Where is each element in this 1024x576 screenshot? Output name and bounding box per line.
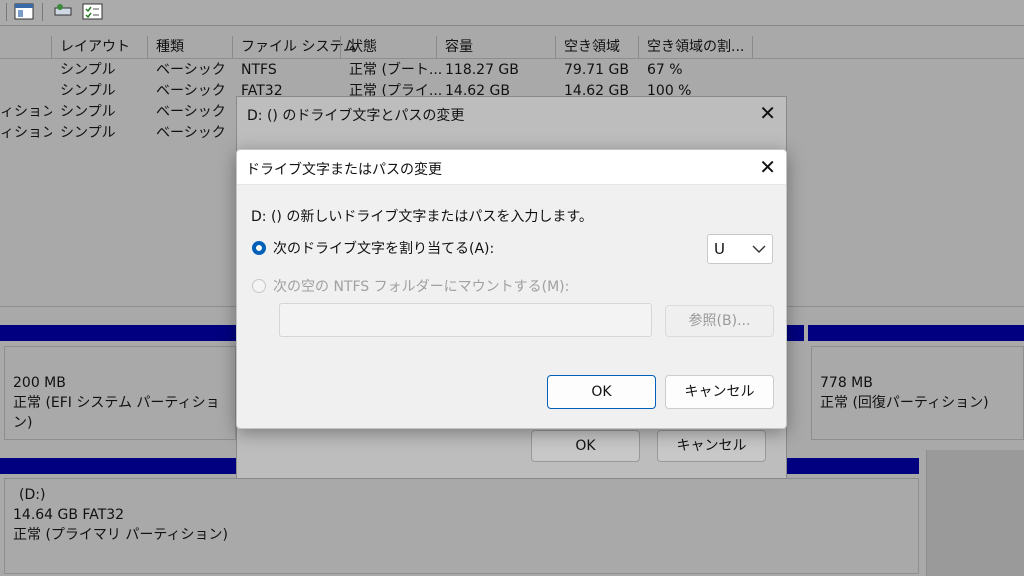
column-divider[interactable] <box>752 36 753 58</box>
checklist-icon[interactable] <box>82 3 104 21</box>
cell-filesystem: NTFS <box>241 62 277 78</box>
close-icon[interactable]: ✕ <box>759 155 776 179</box>
partition-header-bar <box>808 325 1024 341</box>
column-header-status[interactable]: 状態 <box>341 36 436 58</box>
folder-path-input[interactable] <box>279 303 652 337</box>
cell-layout: シンプル <box>60 125 116 141</box>
dialog-title: ドライブ文字またはパスの変更 <box>246 162 442 178</box>
browse-button[interactable]: 参照(B)... <box>665 305 774 337</box>
cell-status: 正常 (ブート... <box>349 62 443 78</box>
partition-efi[interactable]: 200 MB 正常 (EFI システム パーティション) <box>4 346 236 440</box>
cell-free-space: 79.71 GB <box>564 62 629 78</box>
partition-recovery[interactable]: 778 MB 正常 (回復パーティション) <box>811 346 1024 440</box>
cancel-button[interactable]: キャンセル <box>657 430 766 462</box>
partition-status: 正常 (プライマリ パーティション) <box>13 527 228 543</box>
volume-list-header: レイアウト 種類 ファイル システム 状態 容量 空き領域 空き領域の割... <box>0 36 1024 59</box>
toolbar-separator <box>42 3 43 21</box>
drive-letter-value: U <box>714 240 725 258</box>
drive-letter-select[interactable]: U <box>707 234 773 264</box>
cancel-button[interactable]: キャンセル <box>665 375 774 409</box>
disk-properties-icon[interactable] <box>52 3 74 21</box>
ok-button[interactable]: OK <box>531 430 640 462</box>
cell-type: ベーシック <box>156 104 226 120</box>
cell-type: ベーシック <box>156 62 226 78</box>
toolbar-separator <box>6 3 7 21</box>
column-header-free-percent[interactable]: 空き領域の割... <box>639 36 752 58</box>
dialog-title: D: () のドライブ文字とパスの変更 <box>247 108 465 124</box>
mount-folder-label[interactable]: 次の空の NTFS フォルダーにマウントする(M): <box>273 276 569 296</box>
close-icon[interactable]: ✕ <box>759 101 776 125</box>
assign-letter-radio[interactable] <box>252 241 266 255</box>
cell-free-percent: 67 % <box>647 62 683 78</box>
assign-letter-label[interactable]: 次のドライブ文字を割り当てる(A): <box>273 238 494 258</box>
cell-layout: シンプル <box>60 83 116 99</box>
cell-volume <box>0 60 50 81</box>
column-header-free-space[interactable]: 空き領域 <box>556 36 638 58</box>
cell-capacity: 118.27 GB <box>445 62 519 78</box>
cell-volume <box>0 81 50 102</box>
partition-status: 正常 (回復パーティション) <box>820 395 989 411</box>
change-drive-letter-or-path-dialog: ドライブ文字またはパスの変更 ✕ D: () の新しいドライブ文字またはパスを入… <box>236 149 787 429</box>
table-row[interactable]: シンプル ベーシック NTFS 正常 (ブート... 118.27 GB 79.… <box>0 60 1024 81</box>
partition-size: 14.64 GB FAT32 <box>13 507 125 523</box>
disk-unallocated-area <box>926 450 1024 576</box>
partition-label: (D:) <box>19 487 46 503</box>
cell-type: ベーシック <box>156 125 226 141</box>
column-header-filesystem[interactable]: ファイル システム <box>233 36 357 58</box>
dialog-titlebar: ドライブ文字またはパスの変更 ✕ <box>237 150 786 185</box>
cell-layout: シンプル <box>60 104 116 120</box>
column-header-layout[interactable]: レイアウト <box>52 36 147 58</box>
console-view-icon[interactable] <box>14 3 34 21</box>
partition-status: 正常 (EFI システム パーティション) <box>13 395 220 431</box>
dialog-description: D: () の新しいドライブ文字またはパスを入力します。 <box>251 209 593 225</box>
cell-volume: ィション 4) <box>0 125 52 141</box>
partition-size: 200 MB <box>13 375 66 391</box>
mount-folder-radio[interactable] <box>252 279 266 293</box>
cell-type: ベーシック <box>156 83 226 99</box>
chevron-down-icon <box>752 245 766 253</box>
partition-size: 778 MB <box>820 375 873 391</box>
column-header-capacity[interactable]: 容量 <box>437 36 555 58</box>
partition-d[interactable]: (D:) 14.64 GB FAT32 正常 (プライマリ パーティション) <box>4 478 919 574</box>
cell-layout: シンプル <box>60 62 116 78</box>
toolbar <box>0 0 1024 26</box>
column-header-type[interactable]: 種類 <box>148 36 232 58</box>
cell-volume: ィション 1) <box>0 104 52 120</box>
ok-button[interactable]: OK <box>547 375 656 409</box>
